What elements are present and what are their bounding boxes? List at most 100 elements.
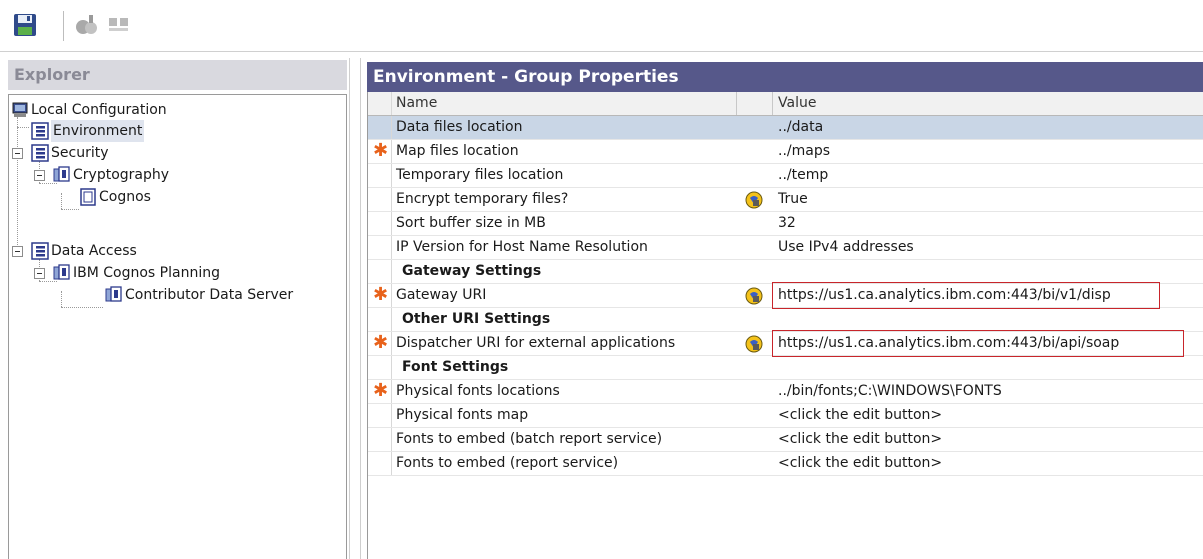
property-row[interactable]: Fonts to embed (report service) <click t… xyxy=(368,452,1203,476)
property-row[interactable]: ✱ Physical fonts locations ../bin/fonts;… xyxy=(368,380,1203,404)
group-icon xyxy=(31,242,49,260)
property-value[interactable]: Use IPv4 addresses xyxy=(778,236,914,259)
property-name: Encrypt temporary files? xyxy=(396,191,569,207)
test-property-button[interactable] xyxy=(736,284,772,307)
row-marker xyxy=(368,308,392,331)
toolbar-separator xyxy=(63,11,64,41)
property-value[interactable]: 32 xyxy=(778,212,796,235)
property-value[interactable]: ../bin/fonts;C:\WINDOWS\FONTS xyxy=(778,380,1002,403)
property-row[interactable]: Data files location ../data xyxy=(368,116,1203,140)
explorer-tree: Local Configuration Environment Security xyxy=(8,94,347,559)
save-button[interactable] xyxy=(12,12,40,40)
tree-item-cognos[interactable]: Cognos xyxy=(9,186,339,208)
property-value[interactable]: ../temp xyxy=(778,164,828,187)
property-row[interactable]: IP Version for Host Name Resolution Use … xyxy=(368,236,1203,260)
required-star-icon: ✱ xyxy=(373,284,389,305)
computer-icon xyxy=(12,102,28,117)
grid-header-marker xyxy=(368,92,392,115)
required-star-icon: ✱ xyxy=(373,332,389,353)
properties-grid: Name Value Data files location ../data ✱… xyxy=(367,92,1203,559)
property-row[interactable]: Physical fonts map <click the edit butto… xyxy=(368,404,1203,428)
row-marker xyxy=(368,404,392,427)
collapse-toggle[interactable] xyxy=(34,170,45,181)
tree-item-cryptography[interactable]: Cryptography xyxy=(9,164,339,186)
row-marker xyxy=(368,260,392,283)
test-icon xyxy=(745,191,763,209)
test-property-button[interactable] xyxy=(736,188,772,211)
tree-item-label: Data Access xyxy=(51,243,137,259)
collapse-toggle[interactable] xyxy=(12,148,23,159)
tree-item-local-configuration[interactable]: Local Configuration xyxy=(9,99,339,121)
collapse-toggle[interactable] xyxy=(12,246,23,257)
row-marker xyxy=(368,164,392,187)
test-icon xyxy=(76,15,97,34)
row-marker: ✱ xyxy=(368,284,392,307)
row-marker xyxy=(368,116,392,139)
column-header-value[interactable]: Value xyxy=(778,92,816,115)
property-name: Sort buffer size in MB xyxy=(396,215,546,231)
tree-item-data-access[interactable]: Data Access xyxy=(9,240,339,262)
provider-icon xyxy=(80,188,96,206)
property-row[interactable]: ✱ Gateway URI https://us1.ca.analytics.i… xyxy=(368,282,1203,309)
property-name: Map files location xyxy=(396,143,519,159)
section-title: Other URI Settings xyxy=(402,311,551,327)
property-name: Dispatcher URI for external applications xyxy=(396,335,676,351)
tree-item-label: Contributor Data Server xyxy=(125,287,294,303)
property-value[interactable]: <click the edit button> xyxy=(778,452,942,475)
explorer-title: Explorer xyxy=(8,60,347,90)
tree-item-label: Security xyxy=(51,145,109,161)
row-marker xyxy=(368,188,392,211)
tree-item-label: Cognos xyxy=(99,189,151,205)
property-name: Physical fonts locations xyxy=(396,383,560,399)
test-property-button[interactable] xyxy=(736,332,772,355)
save-icon xyxy=(14,14,36,36)
property-row[interactable]: Sort buffer size in MB 32 xyxy=(368,212,1203,236)
component-icon xyxy=(53,166,70,182)
grid-icon xyxy=(109,18,128,31)
section-row: Gateway Settings xyxy=(368,260,1203,284)
property-value[interactable]: True xyxy=(778,188,808,211)
collapse-toggle[interactable] xyxy=(34,268,45,279)
tree-item-contributor-data-server[interactable]: Contributor Data Server xyxy=(9,284,345,306)
properties-title: Environment - Group Properties xyxy=(367,62,1203,92)
property-row[interactable]: Encrypt temporary files? True xyxy=(368,188,1203,212)
group-icon xyxy=(31,144,49,162)
property-name: IP Version for Host Name Resolution xyxy=(396,239,648,255)
property-name: Data files location xyxy=(396,119,523,135)
highlight-box xyxy=(772,330,1184,357)
row-marker xyxy=(368,236,392,259)
highlight-box xyxy=(772,282,1160,309)
property-row[interactable]: Fonts to embed (batch report service) <c… xyxy=(368,428,1203,452)
section-title: Font Settings xyxy=(402,359,509,375)
row-marker xyxy=(368,452,392,475)
tree-item-environment[interactable]: Environment xyxy=(9,120,339,142)
property-row[interactable]: Temporary files location ../temp xyxy=(368,164,1203,188)
test-icon xyxy=(745,287,763,305)
column-header-name[interactable]: Name xyxy=(396,92,437,115)
row-marker: ✱ xyxy=(368,380,392,403)
test-button[interactable] xyxy=(74,12,102,40)
property-value[interactable]: <click the edit button> xyxy=(778,428,942,451)
property-name: Fonts to embed (report service) xyxy=(396,455,619,471)
section-row: Font Settings xyxy=(368,356,1203,380)
tree-item-security[interactable]: Security xyxy=(9,142,339,164)
property-value[interactable]: <click the edit button> xyxy=(778,404,942,427)
grid-button[interactable] xyxy=(106,12,134,40)
property-value[interactable]: ../maps xyxy=(778,140,830,163)
tree-item-label: Cryptography xyxy=(73,167,170,183)
component-icon xyxy=(105,286,122,302)
component-icon xyxy=(53,264,70,280)
row-marker xyxy=(368,212,392,235)
property-row[interactable]: ✱ Map files location ../maps xyxy=(368,140,1203,164)
property-name: Fonts to embed (batch report service) xyxy=(396,431,663,447)
property-row[interactable]: ✱ Dispatcher URI for external applicatio… xyxy=(368,330,1203,357)
test-icon xyxy=(745,335,763,353)
tree-item-ibm-cognos-planning[interactable]: IBM Cognos Planning xyxy=(9,262,339,284)
property-name: Gateway URI xyxy=(396,287,487,303)
explorer-pane: Explorer Local Configuration Environment… xyxy=(0,58,347,559)
property-value[interactable]: ../data xyxy=(778,116,823,139)
tree-item-label: Local Configuration xyxy=(31,102,167,118)
section-row: Other URI Settings xyxy=(368,308,1203,332)
pane-splitter[interactable] xyxy=(349,58,361,559)
required-star-icon: ✱ xyxy=(373,380,389,401)
